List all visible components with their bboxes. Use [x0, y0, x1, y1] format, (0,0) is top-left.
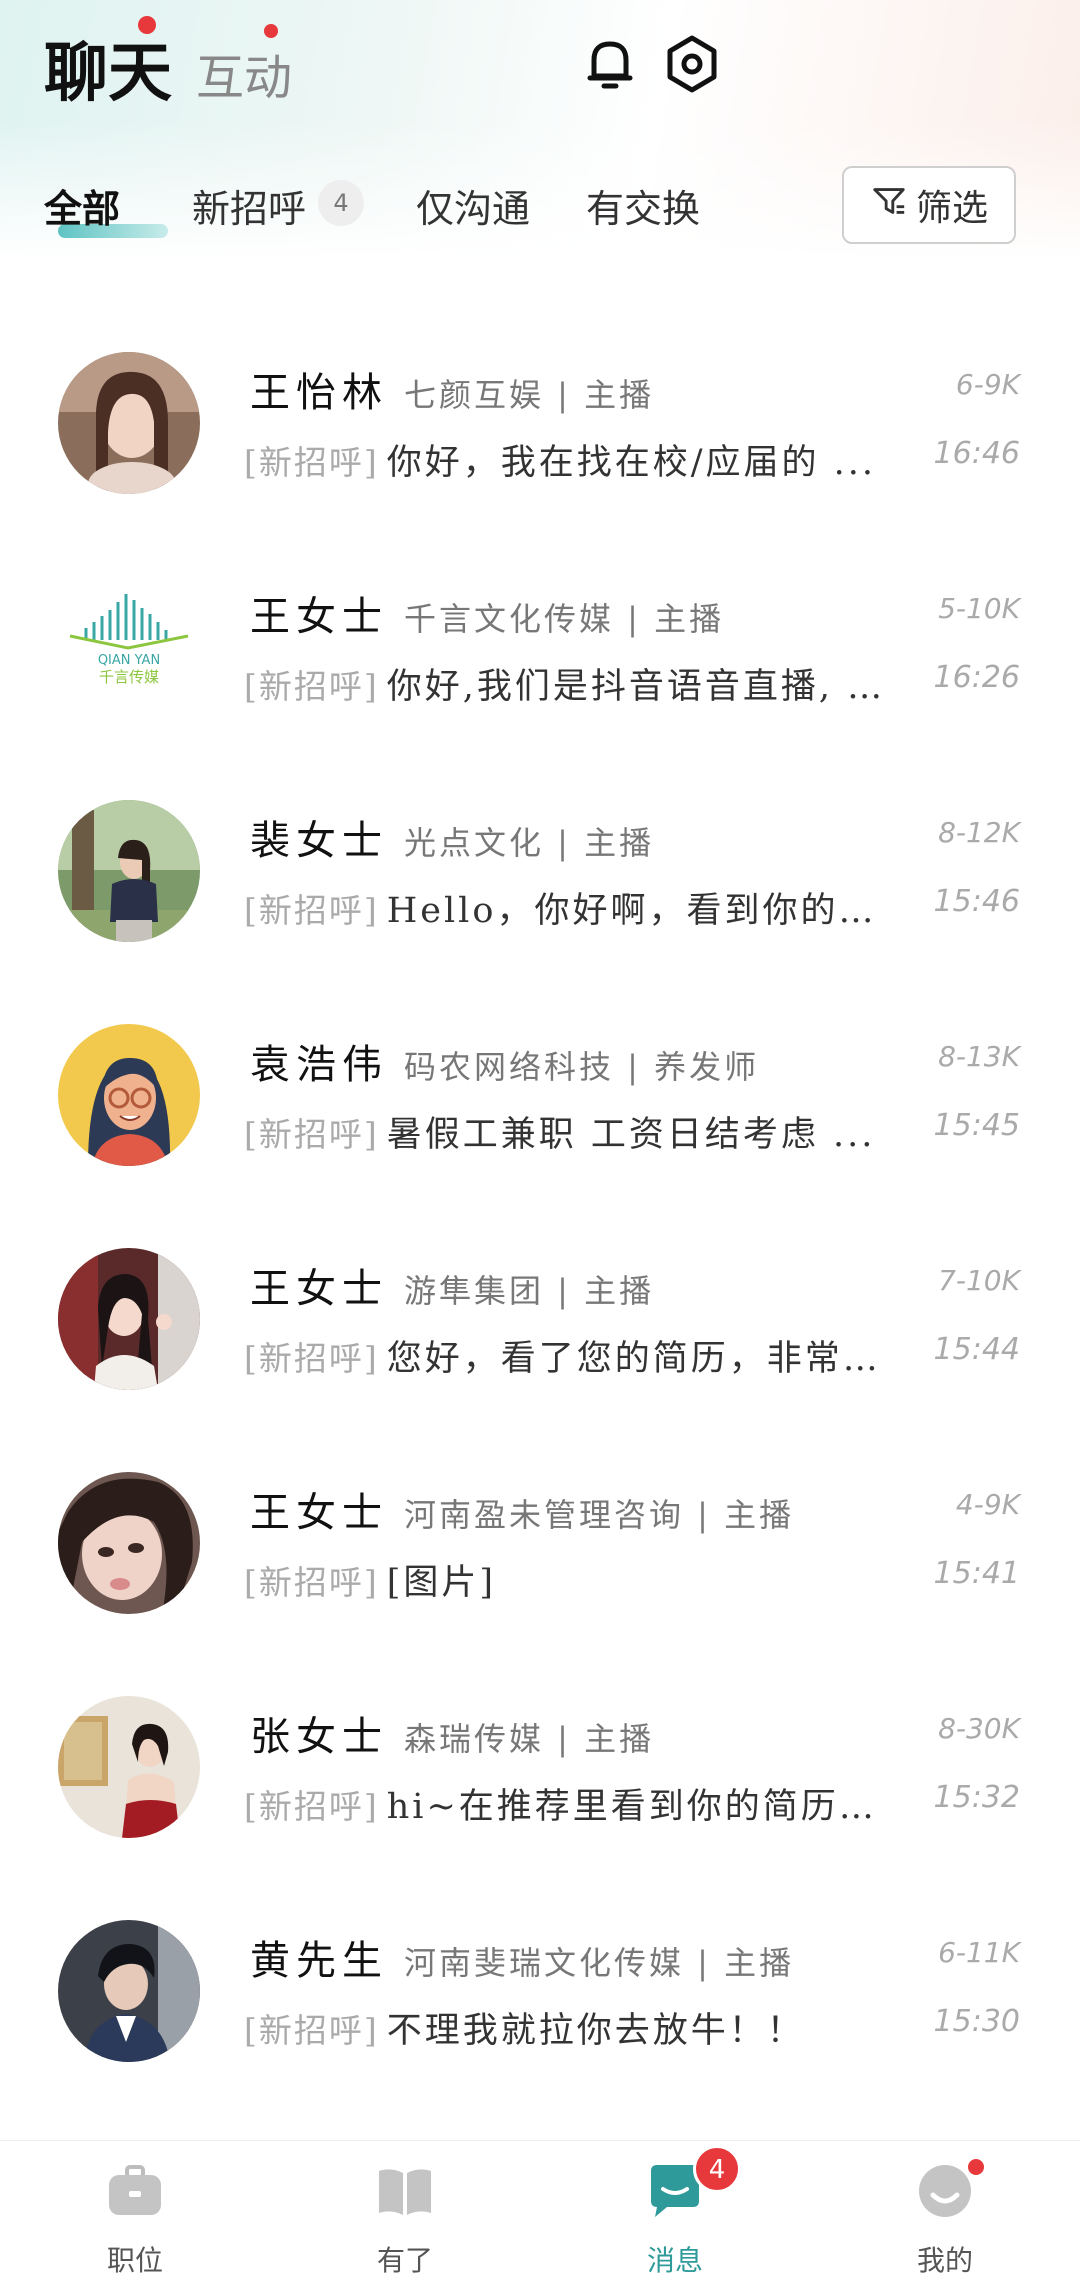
message-time: 15:41 [933, 1556, 1020, 1591]
message-preview: Hello，你好啊，看到你的简 ... [386, 891, 887, 931]
message-preview: 你好,我们是抖音语音直播, ... [386, 667, 887, 707]
greeting-tag: [新招呼] [244, 2011, 379, 2050]
greeting-tag: [新招呼] [244, 443, 379, 482]
tab-interaction[interactable]: 互动 [196, 38, 292, 108]
greeting-tag: [新招呼] [244, 1115, 379, 1154]
company-role: 七颜互娱 | 主播 [404, 376, 655, 414]
svg-text:QIAN YAN: QIAN YAN [98, 653, 160, 668]
svg-text:千言传媒: 千言传媒 [99, 668, 159, 686]
avatar [58, 1248, 200, 1390]
interaction-tab-dot [264, 24, 278, 38]
filter-button[interactable]: 筛选 [842, 166, 1016, 244]
nav-item-profile[interactable]: 我的 [810, 2141, 1080, 2291]
avatar [58, 1920, 200, 2062]
filter-icon [870, 182, 908, 229]
greeting-tag: [新招呼] [244, 1787, 379, 1826]
contact-name: 裴女士 [250, 818, 388, 864]
chat-list: 王怡林 七颜互娱 | 主播 6-9K [新招呼] 你好，我在找在校/应届的 ... 16… [0, 330, 1080, 2122]
profile-icon [915, 2161, 975, 2221]
message-preview: hi~在推荐里看到你的简历 ... [386, 1787, 887, 1827]
messages-badge: 4 [693, 2145, 741, 2193]
salary-range: 6-9K [955, 368, 1020, 401]
profile-notification-dot [968, 2159, 984, 2175]
chat-list-item[interactable]: 黄先生 河南斐瑞文化传媒 | 主播 6-11K [新招呼] 不理我就拉你去放牛！！ 15… [0, 1898, 1080, 2122]
filter-button-label: 筛选 [915, 188, 988, 229]
nav-item-messages[interactable]: 4 消息 [540, 2141, 810, 2291]
avatar [58, 352, 200, 494]
nav-label-youle: 有了 [376, 2244, 433, 2277]
filter-tab-exchanged[interactable]: 有交换 [586, 178, 700, 233]
new-greeting-count: 4 [318, 180, 364, 226]
message-time: 15:45 [933, 1108, 1020, 1143]
message-time: 15:44 [933, 1332, 1020, 1367]
chat-list-item[interactable]: 王女士 河南盈未管理咨询 | 主播 4-9K [新招呼] [图片] 15:41 [0, 1450, 1080, 1674]
chat-list-item[interactable]: 王女士 游隼集团 | 主播 7-10K [新招呼] 您好，看了您的简历，非常 ... 1… [0, 1226, 1080, 1450]
contact-name: 王女士 [250, 1490, 388, 1536]
filter-bar: 全部 新招呼 4 仅沟通 有交换 筛选 [0, 160, 1080, 260]
greeting-tag: [新招呼] [244, 667, 379, 706]
company-logo-avatar: QIAN YAN 千言传媒 [58, 576, 200, 718]
salary-range: 8-30K [938, 1712, 1020, 1745]
bottom-nav: 职位 有了 4 消息 我的 [0, 2140, 1080, 2291]
company-role: 河南斐瑞文化传媒 | 主播 [404, 1944, 795, 1982]
tab-chat[interactable]: 聊天 [44, 22, 172, 114]
avatar [58, 800, 200, 942]
chat-tab-dot [138, 16, 156, 34]
company-role: 码农网络科技 | 养发师 [404, 1048, 760, 1086]
message-preview: 暑假工兼职 工资日结考虑 ... [386, 1115, 876, 1155]
company-role: 千言文化传媒 | 主播 [404, 600, 725, 638]
chat-list-item[interactable]: 张女士 森瑞传媒 | 主播 8-30K [新招呼] hi~在推荐里看到你的简历 ...… [0, 1674, 1080, 1898]
message-time: 15:46 [933, 884, 1020, 919]
message-time: 15:32 [933, 1780, 1020, 1815]
avatar [58, 1472, 200, 1614]
contact-name: 张女士 [250, 1714, 388, 1760]
salary-range: 8-12K [938, 816, 1020, 849]
salary-range: 8-13K [938, 1040, 1020, 1073]
company-role: 森瑞传媒 | 主播 [404, 1720, 655, 1758]
filter-tab-all[interactable]: 全部 [44, 178, 120, 233]
salary-range: 5-10K [938, 592, 1020, 625]
company-role: 游隼集团 | 主播 [404, 1272, 655, 1310]
salary-range: 7-10K [938, 1264, 1020, 1297]
avatar [58, 1696, 200, 1838]
company-role: 河南盈未管理咨询 | 主播 [404, 1496, 795, 1534]
nav-item-jobs[interactable]: 职位 [0, 2141, 270, 2291]
chat-list-item[interactable]: QIAN YAN 千言传媒 王女士 千言文化传媒 | 主播 5-10K [新招呼] 你好… [0, 554, 1080, 778]
message-preview: 你好，我在找在校/应届的 ... [386, 443, 877, 483]
filter-tab-chat-only[interactable]: 仅沟通 [416, 178, 530, 233]
message-time: 15:30 [933, 2004, 1020, 2039]
briefcase-icon [105, 2161, 165, 2221]
contact-name: 黄先生 [250, 1938, 388, 1984]
message-preview: 您好，看了您的简历，非常 ... [386, 1339, 887, 1379]
nav-item-youle[interactable]: 有了 [270, 2141, 540, 2291]
message-preview: 不理我就拉你去放牛！！ [386, 2011, 805, 2051]
greeting-tag: [新招呼] [244, 1339, 379, 1378]
filter-tab-new-greeting[interactable]: 新招呼 [192, 178, 306, 233]
avatar [58, 1024, 200, 1166]
contact-name: 王怡林 [250, 370, 388, 416]
chat-list-item[interactable]: 裴女士 光点文化 | 主播 8-12K [新招呼] Hello，你好啊，看到你的简 .… [0, 778, 1080, 1002]
greeting-tag: [新招呼] [244, 891, 379, 930]
salary-range: 4-9K [955, 1488, 1020, 1521]
greeting-tag: [新招呼] [244, 1563, 379, 1602]
company-role: 光点文化 | 主播 [404, 824, 655, 862]
contact-name: 王女士 [250, 594, 388, 640]
chat-list-item[interactable]: 王怡林 七颜互娱 | 主播 6-9K [新招呼] 你好，我在找在校/应届的 ... 16… [0, 330, 1080, 554]
chat-list-item[interactable]: 袁浩伟 码农网络科技 | 养发师 8-13K [新招呼] 暑假工兼职 工资日结考虑 .… [0, 1002, 1080, 1226]
contact-name: 王女士 [250, 1266, 388, 1312]
contact-name: 袁浩伟 [250, 1042, 388, 1088]
message-time: 16:26 [933, 660, 1020, 695]
top-bar: 聊天 互动 [0, 0, 1080, 140]
settings-icon[interactable] [660, 32, 724, 96]
nav-label-messages: 消息 [646, 2244, 703, 2277]
salary-range: 6-11K [938, 1936, 1020, 1969]
nav-label-jobs: 职位 [106, 2244, 163, 2277]
nav-label-profile: 我的 [916, 2244, 973, 2277]
book-icon [375, 2161, 435, 2221]
message-time: 16:46 [933, 436, 1020, 471]
message-preview: [图片] [386, 1563, 497, 1603]
bell-icon[interactable] [578, 32, 642, 96]
